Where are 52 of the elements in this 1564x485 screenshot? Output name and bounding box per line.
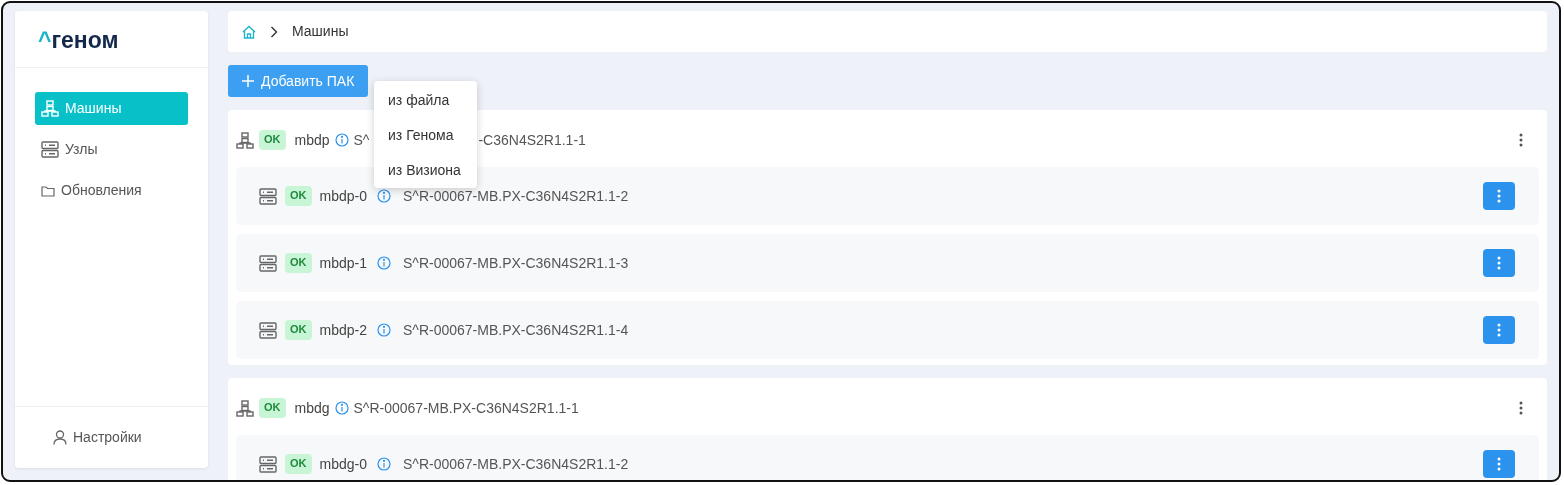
status-badge: OK (285, 454, 312, 474)
server-icon (259, 455, 277, 473)
info-icon (376, 457, 391, 471)
home-icon (242, 24, 256, 39)
status-badge: OK (285, 253, 312, 273)
info-icon (376, 323, 391, 337)
kebab-icon (1496, 322, 1502, 338)
server-icon (259, 254, 277, 272)
menu-item[interactable]: из Генома (374, 118, 477, 153)
serial-number: S^R-00067-MB.PX-C36N4S2R1.1-2 (402, 454, 629, 474)
node-name: mbdp-2 (319, 320, 367, 340)
chevron-right-icon (270, 25, 278, 38)
network-icon (41, 100, 59, 117)
status-badge: OK (285, 320, 312, 340)
serial-number: S^R-00067-MB.PX-C36N4S2R1.1-4 (402, 320, 629, 340)
folder-icon (41, 184, 55, 197)
breadcrumb-item[interactable]: Машины (292, 21, 349, 42)
info-icon (334, 401, 349, 415)
node-name: mbdp-1 (319, 253, 367, 273)
sidebar-item[interactable]: Узлы (35, 133, 188, 166)
info-icon (334, 133, 349, 147)
kebab-icon (1496, 188, 1502, 204)
status-badge: OK (285, 186, 312, 206)
serial-number: -C36N4S2R1.1-1 (478, 130, 586, 150)
info-icon (376, 256, 391, 270)
node-name: mbdg-0 (319, 454, 367, 474)
server-icon (259, 187, 277, 205)
kebab-icon (1496, 255, 1502, 271)
machine-name: mbdp (294, 130, 330, 150)
server-icon (259, 321, 277, 339)
network-icon (236, 131, 254, 149)
logo: ^геном (15, 11, 208, 68)
status-badge: OK (259, 398, 286, 418)
serial-number: S^R-00067-MB.PX-C36N4S2R1.1-3 (402, 253, 629, 273)
serial-number: S^ (353, 130, 370, 150)
plus-icon (241, 74, 255, 88)
menu-item[interactable]: из Визиона (374, 153, 477, 188)
user-icon (53, 430, 67, 445)
node-name: mbdp-0 (319, 186, 367, 206)
menu-item[interactable]: из файла (374, 83, 477, 118)
network-icon (236, 399, 254, 417)
server-icon (41, 141, 59, 158)
status-badge: OK (259, 130, 286, 150)
settings-link[interactable]: Настройки (47, 421, 148, 454)
serial-number: S^R-00067-MB.PX-C36N4S2R1.1-1 (353, 398, 579, 418)
kebab-icon (1518, 400, 1524, 416)
sidebar-item[interactable]: Обновления (35, 174, 188, 207)
serial-number: S^R-00067-MB.PX-C36N4S2R1.1-2 (402, 186, 629, 206)
machine-name: mbdg (294, 398, 330, 418)
kebab-icon (1518, 132, 1524, 148)
info-icon (376, 189, 391, 203)
kebab-icon (1496, 456, 1502, 472)
